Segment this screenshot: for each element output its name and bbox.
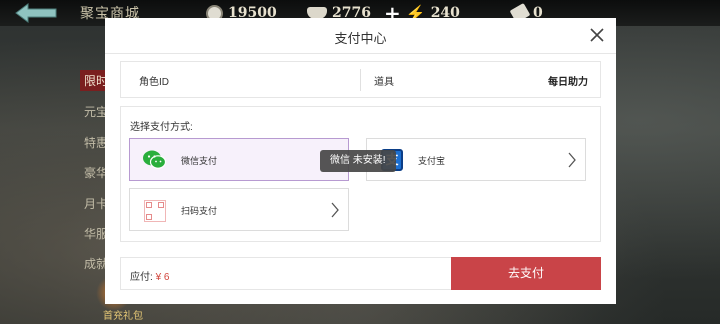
dialog-header: 支付中心	[105, 18, 616, 54]
qr-pay-option[interactable]: 扫码支付	[129, 188, 349, 231]
wechat-icon	[143, 150, 166, 169]
method-prompt: 选择支付方式:	[130, 122, 193, 133]
close-icon[interactable]	[588, 26, 606, 44]
amount-due-label: 应付:	[130, 272, 156, 283]
wechat-pay-option[interactable]: 微信支付	[129, 138, 349, 181]
role-id-label: 角色ID	[139, 77, 169, 88]
pay-button[interactable]: 去支付	[451, 257, 601, 290]
order-info: 角色ID 道具 每日助力	[120, 61, 601, 98]
info-divider	[360, 69, 361, 91]
wechat-not-installed-toast: 微信 未安装!	[320, 150, 396, 172]
dialog-title: 支付中心	[334, 31, 387, 46]
gift-label: 首充礼包	[103, 311, 143, 322]
chevron-right-icon	[568, 152, 576, 168]
payment-methods: 选择支付方式: 微信支付 支 支付宝 扫码支付	[120, 106, 601, 242]
item-value: 每日助力	[548, 77, 588, 88]
alipay-option[interactable]: 支 支付宝	[366, 138, 586, 181]
alipay-label: 支付宝	[418, 156, 446, 166]
payment-bar: 应付: ¥ 6 去支付	[120, 257, 601, 290]
item-label: 道具	[374, 77, 394, 88]
qr-pay-label: 扫码支付	[181, 206, 218, 216]
amount-due-value: ¥ 6	[155, 272, 170, 283]
back-arrow-icon[interactable]	[14, 2, 58, 24]
wechat-pay-label: 微信支付	[181, 156, 218, 166]
chevron-right-icon	[331, 202, 339, 218]
qr-code-icon	[144, 200, 166, 222]
amount-due: 应付: ¥ 6	[130, 268, 169, 283]
